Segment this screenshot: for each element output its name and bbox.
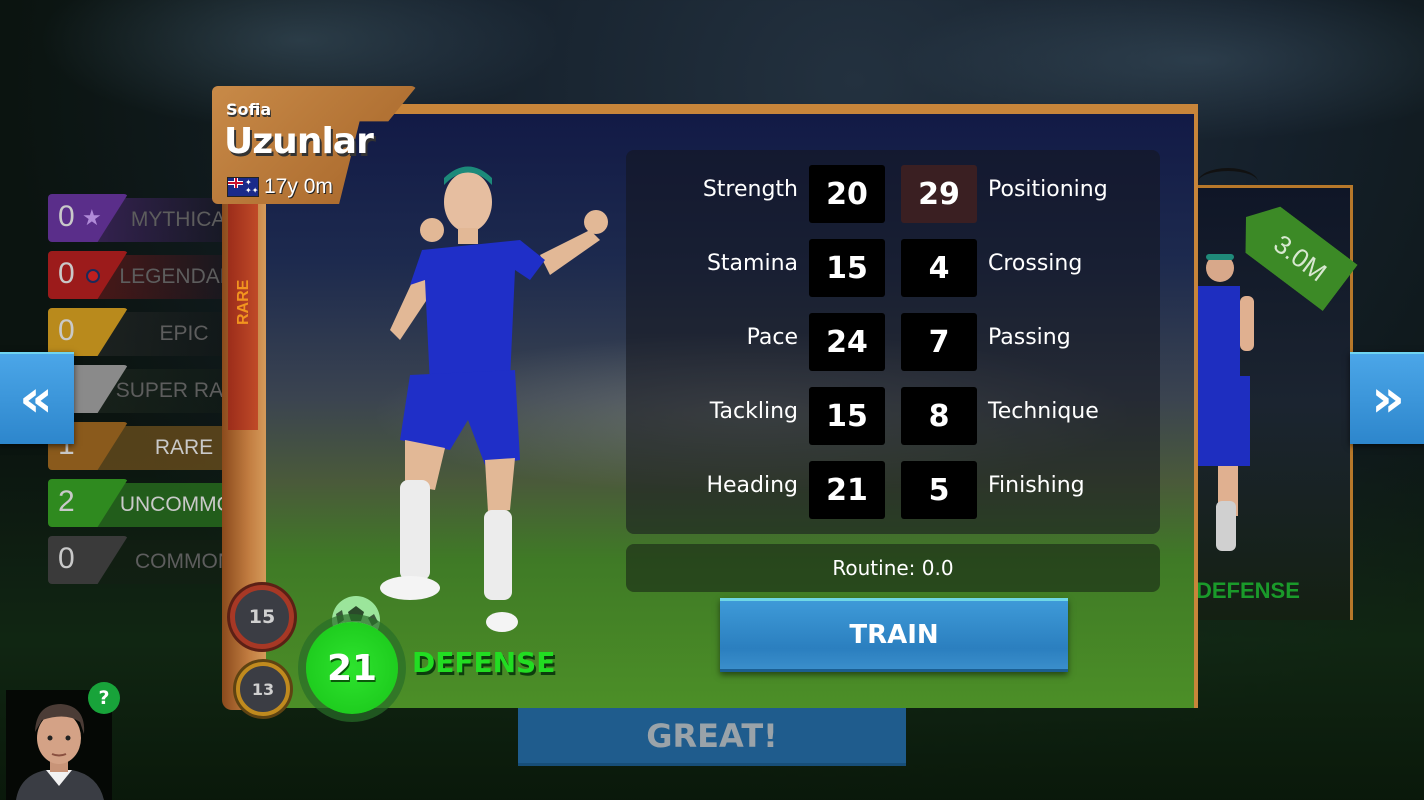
southern-cross: ✦ ✦✦ bbox=[245, 178, 259, 195]
rarity-list: 0 ★ MYTHICAL 0 LEGENDARY 0 EPIC 1 SUPER … bbox=[44, 192, 252, 591]
great-button[interactable]: GREAT! bbox=[518, 708, 906, 766]
stat-value-finishing: 5 bbox=[901, 461, 977, 519]
rarity-count: 2 bbox=[58, 485, 75, 518]
stat-value-stamina: 15 bbox=[809, 239, 885, 297]
price-tag-string bbox=[1198, 168, 1258, 196]
legendary-emblem-icon bbox=[86, 269, 100, 283]
attack-rating-circle: 15 bbox=[230, 585, 294, 649]
stat-value-pace: 24 bbox=[809, 313, 885, 371]
player-first-name: Sofia bbox=[226, 100, 272, 119]
stat-value-technique: 8 bbox=[901, 387, 977, 445]
stat-row: Pace 24 7 Passing bbox=[626, 313, 1160, 371]
rarity-row-rare[interactable]: 1 RARE bbox=[44, 420, 244, 477]
player-last-name: Uzunlar bbox=[224, 121, 374, 162]
rarity-count: 0 bbox=[58, 314, 75, 347]
rarity-count: 0 bbox=[58, 542, 75, 575]
player-age: 17y 0m bbox=[264, 175, 333, 198]
stat-row: Strength 20 29 Positioning bbox=[626, 165, 1160, 223]
rarity-row-uncommon[interactable]: 2 UNCOMMON bbox=[44, 477, 248, 534]
star-icon: ★ bbox=[82, 206, 102, 231]
rarity-row-common[interactable]: 0 COMMON bbox=[44, 534, 244, 591]
stat-label-technique: Technique bbox=[988, 399, 1099, 424]
help-icon[interactable]: ? bbox=[88, 682, 120, 714]
double-chevron-left-icon: « bbox=[19, 369, 53, 429]
next-player-position: DEFENSE bbox=[1196, 578, 1300, 603]
stat-value-passing: 7 bbox=[901, 313, 977, 371]
stats-panel: Strength 20 29 Positioning Stamina 15 4 … bbox=[626, 150, 1160, 534]
stat-row: Tackling 15 8 Technique bbox=[626, 387, 1160, 445]
stat-label-positioning: Positioning bbox=[988, 177, 1108, 202]
rarity-count: 0 bbox=[58, 257, 75, 290]
rarity-count: 0 bbox=[58, 200, 75, 233]
australia-flag-icon: ✦ ✦✦ bbox=[227, 177, 259, 197]
stat-label-tackling: Tackling bbox=[709, 399, 798, 424]
stat-label-stamina: Stamina bbox=[706, 251, 798, 276]
card-rarity-label: RARE bbox=[235, 279, 252, 325]
stat-label-strength: Strength bbox=[702, 177, 798, 202]
stat-value-tackling: 15 bbox=[809, 387, 885, 445]
previous-player-button[interactable]: « bbox=[0, 352, 74, 444]
double-chevron-right-icon: » bbox=[1371, 369, 1405, 429]
stat-label-heading: Heading bbox=[706, 473, 798, 498]
stat-label-pace: Pace bbox=[746, 325, 798, 350]
stat-value-positioning: 29 bbox=[901, 165, 977, 223]
stat-row: Heading 21 5 Finishing bbox=[626, 461, 1160, 519]
overall-rating-circle: 21 bbox=[306, 622, 398, 714]
train-button[interactable]: TRAIN bbox=[720, 598, 1068, 672]
player-figure bbox=[380, 166, 608, 632]
next-player-figure bbox=[1198, 254, 1254, 551]
stat-label-finishing: Finishing bbox=[988, 473, 1085, 498]
stat-label-passing: Passing bbox=[988, 325, 1071, 350]
stat-value-crossing: 4 bbox=[901, 239, 977, 297]
stat-value-heading: 21 bbox=[809, 461, 885, 519]
rarity-row-epic[interactable]: 0 EPIC bbox=[44, 306, 244, 363]
player-position: DEFENSE bbox=[412, 646, 556, 679]
next-player-button[interactable]: » bbox=[1350, 352, 1424, 444]
rarity-row-super-rare[interactable]: 1 SUPER RARE bbox=[44, 363, 252, 420]
stat-label-crossing: Crossing bbox=[988, 251, 1083, 276]
stat-row: Stamina 15 4 Crossing bbox=[626, 239, 1160, 297]
union-jack bbox=[228, 178, 243, 188]
rarity-row-legendary[interactable]: 0 LEGENDARY bbox=[44, 249, 249, 306]
stat-value-strength: 20 bbox=[809, 165, 885, 223]
secondary-rating-circle: 13 bbox=[236, 662, 290, 716]
routine-display: Routine: 0.0 bbox=[626, 544, 1160, 592]
